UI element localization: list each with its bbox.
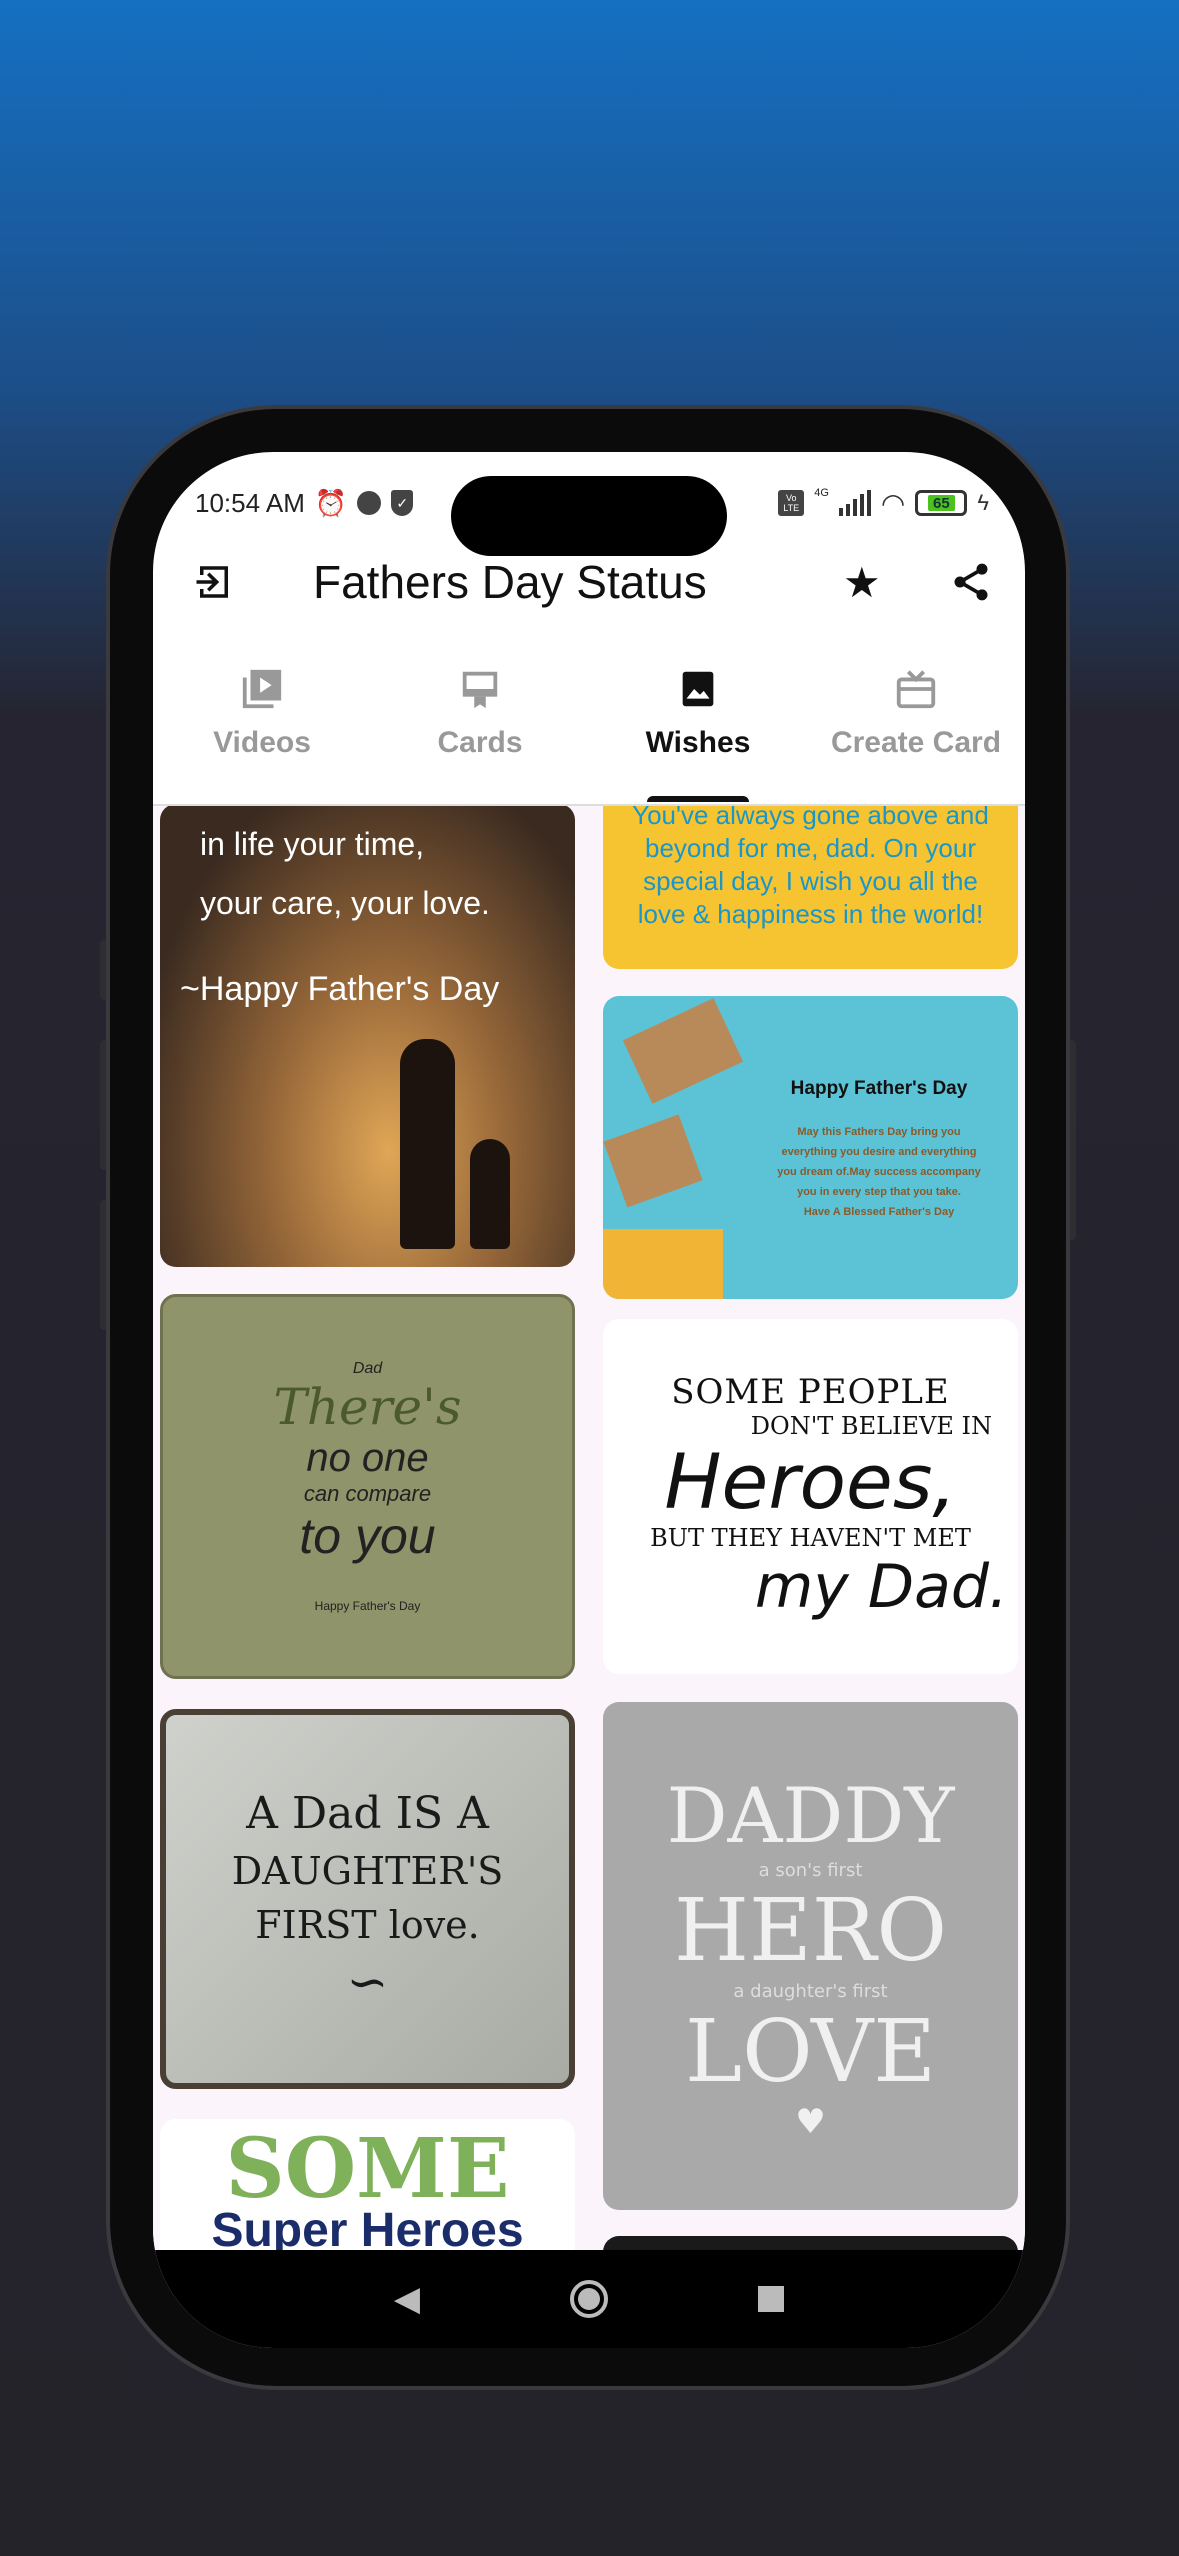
dynamic-island: [451, 476, 727, 556]
network-type: 4G: [814, 486, 829, 499]
heart-icon: ♥: [795, 2101, 826, 2142]
wishes-grid: in life your time, your care, your love.…: [153, 806, 1025, 2252]
wish-image[interactable]: A Dad IS A DAUGHTER'S FIRST love. ∽: [160, 1709, 575, 2089]
tab-wishes[interactable]: Wishes: [589, 662, 807, 802]
tab-cards[interactable]: Cards: [371, 662, 589, 802]
wish-image[interactable]: SOME PEOPLE DON'T BELIEVE IN Heroes, BUT…: [603, 1319, 1018, 1674]
app-notification-icon: [357, 491, 382, 515]
video-library-icon: [242, 669, 282, 709]
gift-box: [622, 998, 744, 1104]
wish-image[interactable]: DADDY a son's first HERO a daughter's fi…: [603, 1702, 1018, 2210]
signal-icon: [838, 490, 871, 516]
tab-bar: Videos Cards Wishes Create Card: [153, 662, 1025, 802]
charging-icon: ϟ: [977, 490, 989, 515]
wish-image[interactable]: in life your time, your care, your love.…: [160, 806, 575, 1267]
battery-icon: 65: [915, 490, 968, 516]
card-icon: [462, 671, 498, 709]
volte-icon: Vo LTE: [778, 490, 805, 516]
tab-videos[interactable]: Videos: [153, 662, 371, 802]
shield-icon: ✓: [391, 490, 414, 516]
silhouette: [400, 1039, 455, 1249]
home-icon[interactable]: [570, 2280, 609, 2318]
screen: 10:54 AM ⏰ ✓ Vo LTE 4G ◠ 65 ϟ Fathers Da…: [153, 452, 1025, 2348]
share-icon[interactable]: [949, 558, 993, 606]
wish-image[interactable]: SOME Super Heroes: [160, 2119, 575, 2252]
navigation-bar: ◀: [153, 2250, 1025, 2348]
gift-card-icon: [896, 670, 936, 709]
app-title: Fathers Day Status: [313, 556, 707, 608]
active-tab-indicator: [647, 796, 749, 802]
star-icon[interactable]: ★: [843, 558, 881, 607]
recents-icon[interactable]: [758, 2286, 785, 2312]
image-icon: [682, 671, 714, 707]
wish-image[interactable]: You've always gone above and beyond for …: [603, 806, 1018, 969]
tab-create-card[interactable]: Create Card: [807, 662, 1025, 802]
swirl: ∽: [346, 1952, 389, 2011]
gift-box: [603, 1114, 703, 1208]
envelope: [603, 1229, 723, 1299]
clock: 10:54 AM: [195, 487, 305, 518]
silhouette: [470, 1139, 510, 1249]
wifi-icon: ◠: [880, 487, 906, 519]
wish-image[interactable]: Dad There's no one can compare to you Ha…: [160, 1294, 575, 1679]
wish-image[interactable]: Happy Father's Day May this Fathers Day …: [603, 996, 1018, 1299]
back-icon[interactable]: ◀: [394, 2279, 420, 2319]
alarm-icon: ⏰: [314, 487, 348, 518]
exit-icon[interactable]: [193, 561, 235, 603]
